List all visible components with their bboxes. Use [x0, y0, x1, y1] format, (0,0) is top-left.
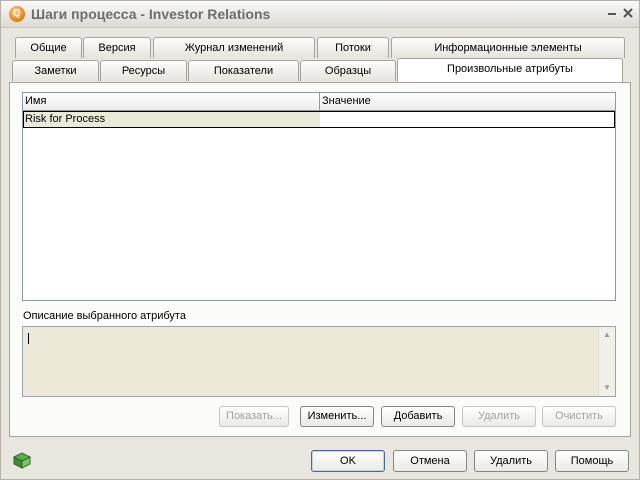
- book-icon[interactable]: [12, 452, 32, 470]
- scroll-down-icon[interactable]: ▼: [599, 380, 615, 396]
- ok-button[interactable]: OK: [311, 450, 385, 472]
- minus-icon: [608, 13, 616, 15]
- description-textarea[interactable]: ▲ ▼: [22, 326, 616, 397]
- window-title: Шаги процесса - Investor Relations: [31, 6, 271, 22]
- cancel-button[interactable]: Отмена: [393, 450, 467, 472]
- tab-samples[interactable]: Образцы: [300, 60, 396, 81]
- tab-indicators[interactable]: Показатели: [188, 60, 299, 81]
- add-button[interactable]: Добавить: [381, 406, 455, 427]
- tab-information-elements[interactable]: Информационные элементы: [391, 37, 625, 58]
- help-button[interactable]: Помощь: [555, 450, 629, 472]
- delete-button[interactable]: Удалить: [474, 450, 548, 472]
- tab-change-log[interactable]: Журнал изменений: [153, 37, 315, 58]
- column-header-name[interactable]: Имя: [23, 93, 320, 110]
- tab-flows[interactable]: Потоки: [317, 37, 389, 58]
- help-window-button[interactable]: [605, 6, 619, 20]
- close-button[interactable]: [621, 6, 635, 20]
- dialog-window: Q Шаги процесса - Investor Relations Общ…: [0, 0, 640, 480]
- tab-notes[interactable]: Заметки: [12, 60, 99, 81]
- tab-custom-attributes[interactable]: Произвольные атрибуты: [397, 58, 623, 82]
- scroll-up-icon[interactable]: ▲: [599, 327, 615, 343]
- description-scrollbar[interactable]: ▲ ▼: [598, 327, 615, 396]
- clear-button[interactable]: Очистить: [542, 406, 616, 427]
- attributes-grid[interactable]: Имя Значение Risk for Process: [22, 92, 616, 301]
- grid-header: Имя Значение: [23, 93, 615, 111]
- tab-version[interactable]: Версия: [83, 37, 151, 58]
- row-name-cell[interactable]: Risk for Process: [24, 112, 320, 127]
- close-icon: [623, 8, 633, 18]
- tab-general[interactable]: Общие: [15, 37, 82, 58]
- edit-button[interactable]: Изменить...: [300, 406, 374, 427]
- app-logo-icon: Q: [9, 6, 25, 22]
- description-label: Описание выбранного атрибута: [23, 310, 186, 322]
- row-value-cell[interactable]: [320, 112, 614, 127]
- book-glyph: [12, 452, 32, 469]
- show-button[interactable]: Показать...: [219, 406, 289, 427]
- text-caret: [28, 333, 29, 344]
- delete-attribute-button[interactable]: Удалить: [462, 406, 536, 427]
- column-header-value[interactable]: Значение: [320, 93, 615, 110]
- tab-resources[interactable]: Ресурсы: [100, 60, 187, 81]
- table-row[interactable]: Risk for Process: [23, 111, 615, 128]
- title-bar[interactable]: Q Шаги процесса - Investor Relations: [1, 1, 639, 28]
